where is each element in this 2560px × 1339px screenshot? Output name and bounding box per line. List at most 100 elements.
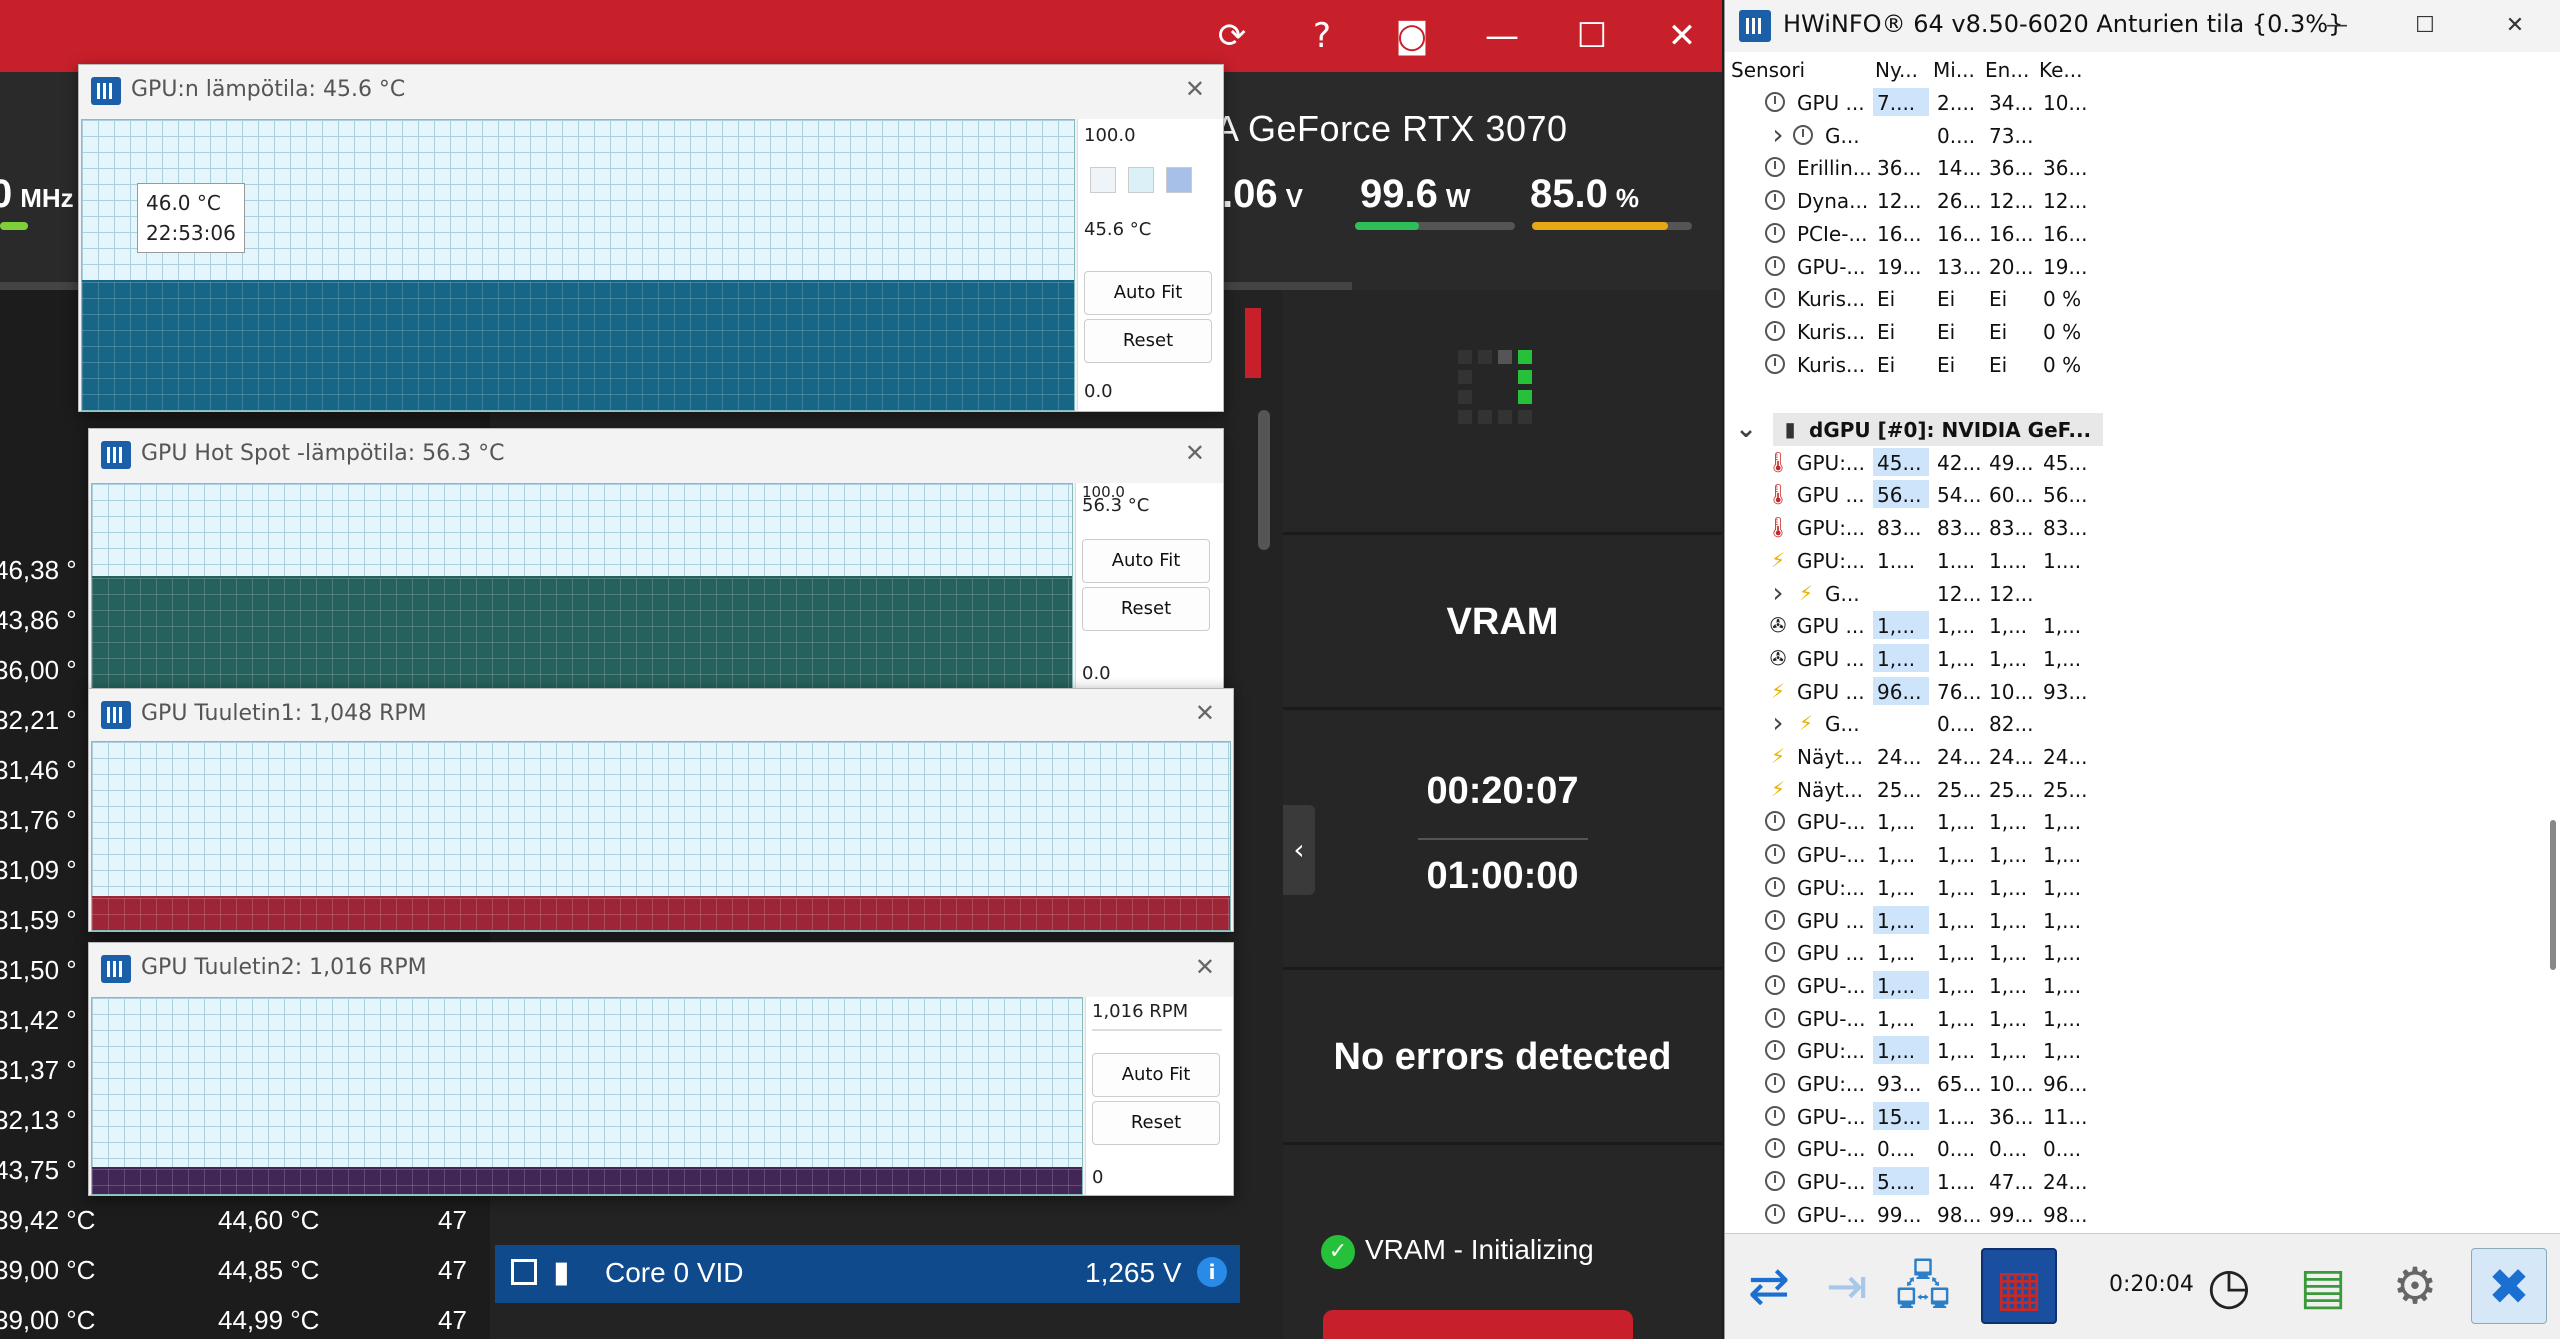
refresh-icon[interactable]: ⟳: [1202, 6, 1262, 66]
column-header-max[interactable]: Ke...: [2039, 58, 2083, 82]
sensor-row[interactable]: GPU ... 1,... 1,... 1,... 1,...: [1725, 904, 2525, 937]
sensor-row[interactable]: Dyna... 12... 26... 12... 12...: [1725, 184, 2525, 217]
graph-titlebar[interactable]: GPU Tuuletin1: 1,048 RPM ✕: [89, 689, 1233, 739]
content-scrollbar[interactable]: [1258, 410, 1270, 550]
minimize-icon[interactable]: —: [2307, 6, 2367, 46]
forward-disabled-icon[interactable]: ⇥: [1809, 1248, 1885, 1324]
stop-button[interactable]: [1323, 1310, 1633, 1339]
sensor-selection-bar[interactable]: ▮ Core 0 VID 1,265 V i: [495, 1245, 1240, 1303]
graph-titlebar[interactable]: GPU Tuuletin2: 1,016 RPM ✕: [89, 943, 1233, 995]
stopwatch-icon[interactable]: ◷: [2191, 1248, 2267, 1324]
sensor-row[interactable]: GPU-... 0.... 0.... 0.... 0....: [1725, 1132, 2525, 1165]
sensor-row[interactable]: ✇ GPU ... 1,... 1,... 1,... 1,...: [1725, 609, 2525, 642]
sensor-row[interactable]: GPU-... 1,... 1,... 1,... 1,...: [1725, 969, 2525, 1002]
sensor-row[interactable]: Erillin... 36... 14... 36... 36...: [1725, 151, 2525, 184]
graph-plot-area[interactable]: [81, 119, 1075, 411]
sensor-group-row[interactable]: ⌄ ▮ dGPU [#0]: NVIDIA GeF...: [1735, 413, 2103, 446]
graph-plot-area[interactable]: [91, 997, 1083, 1195]
sensor-row[interactable]: ✇ GPU ... 1,... 1,... 1,... 1,...: [1725, 642, 2525, 675]
sensor-row[interactable]: GPU-... 15... 1.... 36... 11...: [1725, 1100, 2525, 1133]
sensor-row[interactable]: GPU-... 1,... 1,... 1,... 1,...: [1725, 1002, 2525, 1035]
info-icon[interactable]: i: [1197, 1257, 1227, 1287]
close-icon[interactable]: ✕: [1652, 6, 1712, 66]
sensor-row[interactable]: GPU-... 5.... 1.... 47... 24...: [1725, 1165, 2525, 1198]
sensor-row[interactable]: GPU:... 93... 65... 10... 96...: [1725, 1067, 2525, 1100]
reset-button[interactable]: Reset: [1084, 319, 1212, 363]
collapse-chevron-icon[interactable]: ⌄: [1733, 416, 1759, 442]
reset-button[interactable]: Reset: [1082, 587, 1210, 631]
close-x-icon[interactable]: ✖: [2471, 1248, 2547, 1324]
collapse-panel-tab[interactable]: ‹: [1283, 805, 1315, 895]
sensor-row[interactable]: › ⚡ G... 0.... 82...: [1725, 707, 2525, 740]
maximize-icon[interactable]: ☐: [1562, 6, 1622, 66]
close-icon[interactable]: ✕: [1195, 953, 1215, 981]
minimize-icon[interactable]: —: [1472, 6, 1532, 66]
graph-titlebar[interactable]: GPU Hot Spot -lämpötila: 56.3 °C ✕: [89, 429, 1223, 481]
help-icon[interactable]: ?: [1292, 6, 1352, 66]
nav-arrows-icon[interactable]: ⇄: [1731, 1248, 1807, 1324]
sensor-row[interactable]: GPU:... 1,... 1,... 1,... 1,...: [1725, 871, 2525, 904]
sensor-row[interactable]: GPU-... 99... 98... 99... 98...: [1725, 1198, 2525, 1231]
sensor-row[interactable]: 39,00 °C 44,99 °C 47: [0, 1295, 490, 1339]
chip-fire-icon[interactable]: ▦: [1981, 1248, 2057, 1324]
color-swatch[interactable]: [1090, 167, 1116, 193]
sensor-row[interactable]: › G... 0.... 73...: [1725, 119, 2525, 152]
column-header-avg[interactable]: En...: [1985, 58, 2029, 82]
color-swatch[interactable]: [1128, 167, 1154, 193]
expand-chevron-icon[interactable]: ›: [1765, 709, 1791, 737]
sensor-list-scrollbar[interactable]: [2550, 820, 2556, 970]
sensor-row[interactable]: Kuris... Ei Ei Ei 0 %: [1725, 315, 2525, 348]
checkbox-icon[interactable]: [511, 1259, 537, 1285]
right-red-tab[interactable]: [1245, 308, 1261, 378]
sensor-row[interactable]: 39,42 °C 44,60 °C 47: [0, 1195, 490, 1245]
graph-plot-area[interactable]: [91, 483, 1073, 695]
sensor-row[interactable]: GPU ... 1,... 1,... 1,... 1,...: [1725, 936, 2525, 969]
sensor-row[interactable]: 39,00 °C 44,85 °C 47: [0, 1245, 490, 1295]
graph-window-hotspot-temp[interactable]: GPU Hot Spot -lämpötila: 56.3 °C ✕ 100.0…: [88, 428, 1224, 696]
sensor-row[interactable]: GPU ... 7.... 2.... 34... 10...: [1725, 86, 2525, 119]
graph-titlebar[interactable]: GPU:n lämpötila: 45.6 °C ✕: [79, 65, 1223, 117]
auto-fit-button[interactable]: Auto Fit: [1084, 271, 1212, 315]
hwinfo-titlebar[interactable]: HWiNFO® 64 v8.50-6020 Anturien tila {0.3…: [1725, 0, 2560, 52]
graph-window-fan2[interactable]: GPU Tuuletin2: 1,016 RPM ✕ 1,016 RPM Aut…: [88, 942, 1234, 1196]
sensor-list[interactable]: GPU ... 7.... 2.... 34... 10... › G... 0.... 73.…: [1725, 86, 2560, 1231]
column-header-min[interactable]: Mi...: [1933, 58, 1975, 82]
sensor-row[interactable]: ⚡ GPU:... 1.... 1.... 1.... 1....: [1725, 544, 2525, 577]
sensor-row[interactable]: › ⚡ G... 12... 12...: [1725, 577, 2525, 610]
sensor-row[interactable]: 🌡 GPU:... 45... 42... 49... 45...: [1725, 446, 2525, 479]
close-icon[interactable]: ✕: [1195, 699, 1215, 727]
close-icon[interactable]: ✕: [2485, 6, 2545, 46]
sensor-row[interactable]: PCIe-... 16... 16... 16... 16...: [1725, 217, 2525, 250]
maximize-icon[interactable]: ☐: [2395, 6, 2455, 46]
sensor-row[interactable]: GPU-... 1,... 1,... 1,... 1,...: [1725, 838, 2525, 871]
auto-fit-button[interactable]: Auto Fit: [1082, 539, 1210, 583]
sensor-row[interactable]: 🌡 GPU:... 83... 83... 83... 83...: [1725, 511, 2525, 544]
graph-window-gpu-temp[interactable]: GPU:n lämpötila: 45.6 °C ✕ 46.0 °C 22:53…: [78, 64, 1224, 412]
close-icon[interactable]: ✕: [1185, 75, 1205, 103]
sensor-row[interactable]: [1725, 380, 2525, 413]
sensor-row[interactable]: Kuris... Ei Ei Ei 0 %: [1725, 348, 2525, 381]
sensor-row[interactable]: GPU-... 1,... 1,... 1,... 1,...: [1725, 805, 2525, 838]
graph-plot-area[interactable]: [91, 741, 1231, 931]
fan-icon: ✇: [1769, 613, 1787, 638]
sensor-row[interactable]: ⚡ Näyt... 25... 25... 25... 25...: [1725, 773, 2525, 806]
expand-chevron-icon[interactable]: ›: [1765, 578, 1791, 606]
settings-gear-icon[interactable]: ⚙: [2377, 1248, 2453, 1324]
column-header-current[interactable]: Ny...: [1875, 58, 1918, 82]
sensor-row[interactable]: ⚡ GPU ... 96... 76... 10... 93...: [1725, 675, 2525, 708]
graph-window-fan1[interactable]: GPU Tuuletin1: 1,048 RPM ✕: [88, 688, 1234, 932]
reset-button[interactable]: Reset: [1092, 1101, 1220, 1145]
close-icon[interactable]: ✕: [1185, 439, 1205, 467]
auto-fit-button[interactable]: Auto Fit: [1092, 1053, 1220, 1097]
expand-chevron-icon[interactable]: ›: [1765, 120, 1791, 148]
column-header-sensor[interactable]: Sensori: [1731, 58, 1805, 82]
color-swatch[interactable]: [1166, 167, 1192, 193]
sensor-row[interactable]: GPU:... 1,... 1,... 1,... 1,...: [1725, 1034, 2525, 1067]
sensor-row[interactable]: 🌡 GPU ... 56... 54... 60... 56...: [1725, 478, 2525, 511]
sensor-row[interactable]: ⚡ Näyt... 24... 24... 24... 24...: [1725, 740, 2525, 773]
camera-icon[interactable]: ◙: [1382, 6, 1442, 66]
network-icon[interactable]: 🖧: [1885, 1248, 1961, 1324]
add-log-icon[interactable]: ▤: [2285, 1248, 2361, 1324]
sensor-row[interactable]: Kuris... Ei Ei Ei 0 %: [1725, 282, 2525, 315]
sensor-row[interactable]: GPU-... 19... 13... 20... 19...: [1725, 250, 2525, 283]
